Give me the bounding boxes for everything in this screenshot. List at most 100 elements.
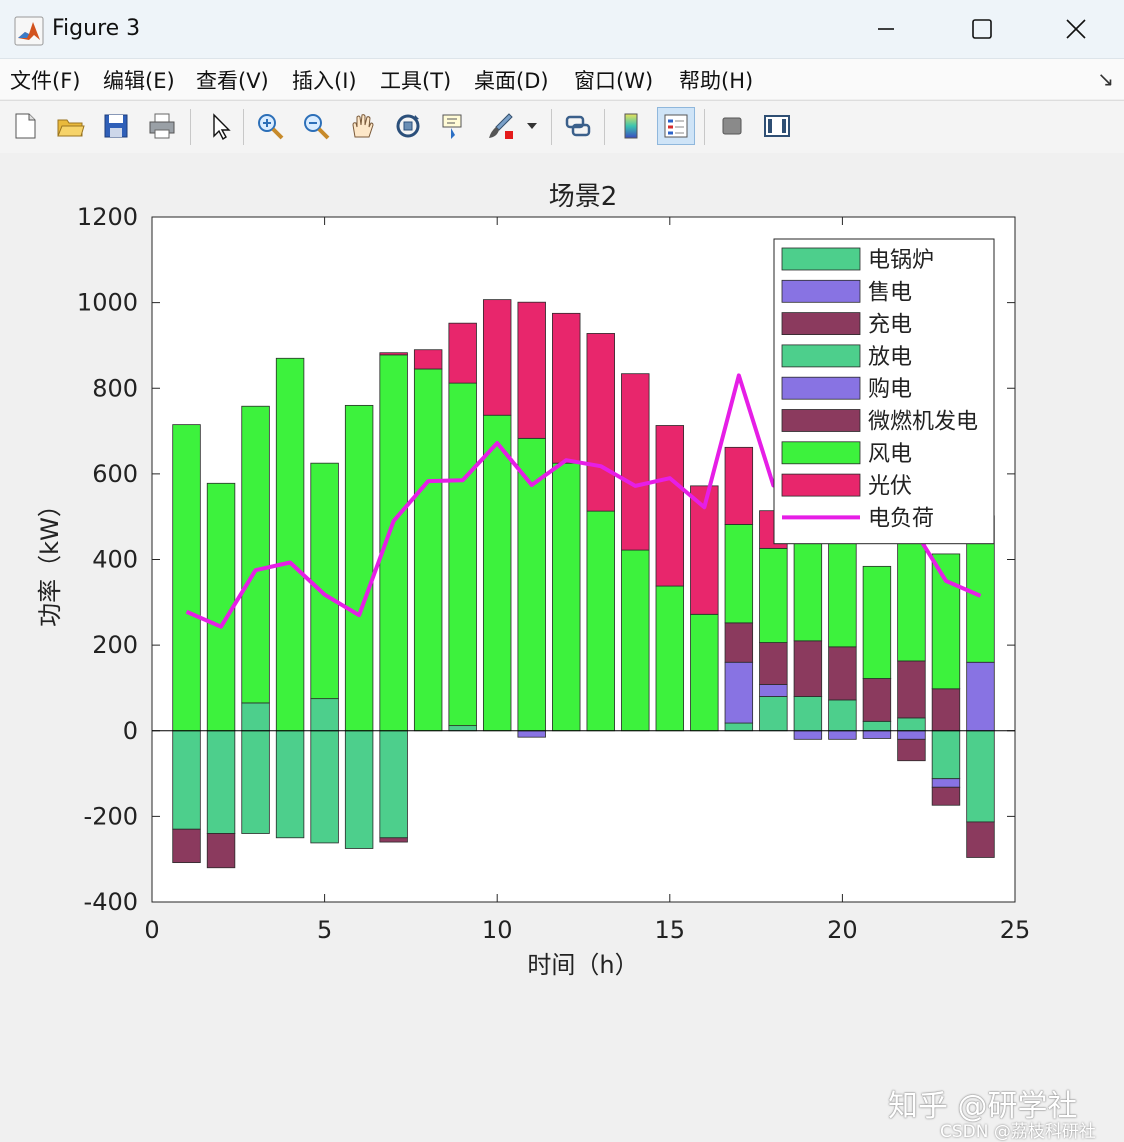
y-tick-label: 1000 [77, 289, 138, 317]
bar-segment [862, 730, 892, 739]
bar-segment [724, 622, 754, 663]
bar-segment [621, 373, 650, 551]
bar-segment [897, 717, 926, 732]
zoom-in-icon[interactable] [251, 107, 289, 145]
bar-segment [586, 333, 615, 512]
pointer-icon[interactable] [200, 107, 238, 145]
x-tick-label: 25 [1000, 916, 1031, 944]
menu-desktop[interactable]: 桌面(D) [474, 65, 549, 95]
legend-swatch [781, 279, 861, 303]
bar-segment [517, 301, 546, 439]
bar-segment [655, 585, 685, 732]
show-plot-tools-icon[interactable] [758, 107, 796, 145]
toolbar-separator [604, 109, 605, 145]
bar-segment [862, 720, 892, 732]
legend-swatch [781, 312, 861, 336]
bar-segment [862, 565, 892, 679]
bar-segment [793, 640, 823, 697]
bar-segment [759, 642, 788, 685]
legend-label: 电负荷 [868, 506, 934, 531]
bar-segment [724, 722, 754, 732]
menu-file[interactable]: 文件(F) [10, 65, 80, 95]
zoom-out-icon[interactable] [297, 107, 335, 145]
legend-swatch [781, 376, 861, 400]
bar-segment [966, 730, 995, 823]
rotate-3d-icon[interactable] [389, 107, 427, 145]
bar-segment [275, 357, 305, 732]
undock-arrow-icon[interactable]: ↘ [1097, 67, 1114, 91]
pan-icon[interactable] [343, 107, 381, 145]
bar-segment [517, 730, 546, 738]
legend-swatch [781, 441, 861, 465]
bar-segment [690, 613, 719, 732]
bar-segment [966, 661, 995, 732]
menu-window[interactable]: 窗口(W) [574, 65, 653, 95]
menu-view[interactable]: 查看(V) [196, 65, 269, 95]
menu-tools[interactable]: 工具(T) [380, 65, 451, 95]
link-plot-icon[interactable] [559, 107, 597, 145]
maximize-button[interactable] [942, 4, 1022, 54]
bar-segment [828, 646, 857, 701]
y-tick-label: 800 [92, 374, 138, 402]
bar-segment [344, 730, 374, 849]
bar-segment [931, 778, 961, 788]
figure-canvas: 场景2 0 5 10 15 20 25 -400 -200 0 200 400 600 800 1000 1… [0, 153, 1124, 1142]
bar-segment [206, 833, 236, 869]
close-button[interactable] [1036, 4, 1116, 54]
bar-segment [759, 696, 788, 732]
brush-icon[interactable] [481, 107, 519, 145]
menu-bar: 文件(F) 编辑(E) 查看(V) 插入(I) 工具(T) 桌面(D) 窗口(W… [0, 59, 1124, 99]
y-tick-label: -400 [84, 888, 138, 916]
bar-segment [793, 540, 823, 642]
colorbar-icon[interactable] [612, 107, 650, 145]
window-titlebar: Figure 3 [0, 0, 1124, 59]
hide-plot-tools-icon[interactable] [713, 107, 751, 145]
legend-label: 微燃机发电 [868, 410, 978, 435]
menu-help[interactable]: 帮助(H) [679, 65, 753, 95]
legend-swatch [781, 247, 861, 271]
bar-segment [206, 482, 236, 732]
bar-segment [931, 786, 961, 806]
legend-label: 风电 [868, 442, 912, 467]
y-tick-label: 1200 [77, 203, 138, 231]
y-tick-label: -200 [84, 802, 138, 830]
bar-segment [724, 661, 754, 724]
y-tick-label: 0 [123, 717, 138, 745]
brush-dropdown-icon[interactable] [521, 107, 543, 145]
minimize-button[interactable] [846, 4, 926, 54]
bar-segment [828, 699, 857, 732]
legend-label: 电锅炉 [868, 248, 934, 273]
menu-edit[interactable]: 编辑(E) [103, 65, 175, 95]
legend-icon[interactable] [657, 107, 695, 145]
bar-segment [621, 549, 650, 732]
bar-segment [828, 539, 857, 648]
bar-segment [897, 730, 926, 740]
chart-svg[interactable]: 场景2 0 5 10 15 20 25 -400 -200 0 200 400 600 800 1000 1… [0, 153, 1124, 995]
new-file-icon[interactable] [6, 107, 44, 145]
x-tick-label: 5 [317, 916, 332, 944]
bar-segment [862, 678, 892, 722]
bar-segment [897, 539, 926, 662]
open-folder-icon[interactable] [51, 107, 89, 145]
bar-segment [793, 696, 823, 732]
legend[interactable]: 电锅炉售电充电放电购电微燃机发电风电光伏电负荷 [773, 238, 995, 545]
bar-segment [172, 828, 201, 864]
bar-segment [172, 424, 201, 732]
legend-swatch [781, 473, 861, 497]
bar-segment [655, 425, 685, 587]
bar-segment [310, 730, 339, 844]
data-cursor-icon[interactable] [435, 107, 473, 145]
bar-segment [552, 312, 581, 464]
legend-swatch [781, 344, 861, 368]
bar-segment [241, 702, 270, 732]
legend-label: 充电 [868, 313, 912, 338]
bar-segment [241, 730, 270, 834]
bar-segment [759, 547, 788, 643]
bar-segment [310, 698, 339, 732]
print-icon[interactable] [143, 107, 181, 145]
toolbar-separator [243, 109, 244, 145]
save-icon[interactable] [97, 107, 135, 145]
menu-insert[interactable]: 插入(I) [292, 65, 357, 95]
legend-swatch [781, 409, 861, 432]
bar-segment [448, 382, 477, 727]
